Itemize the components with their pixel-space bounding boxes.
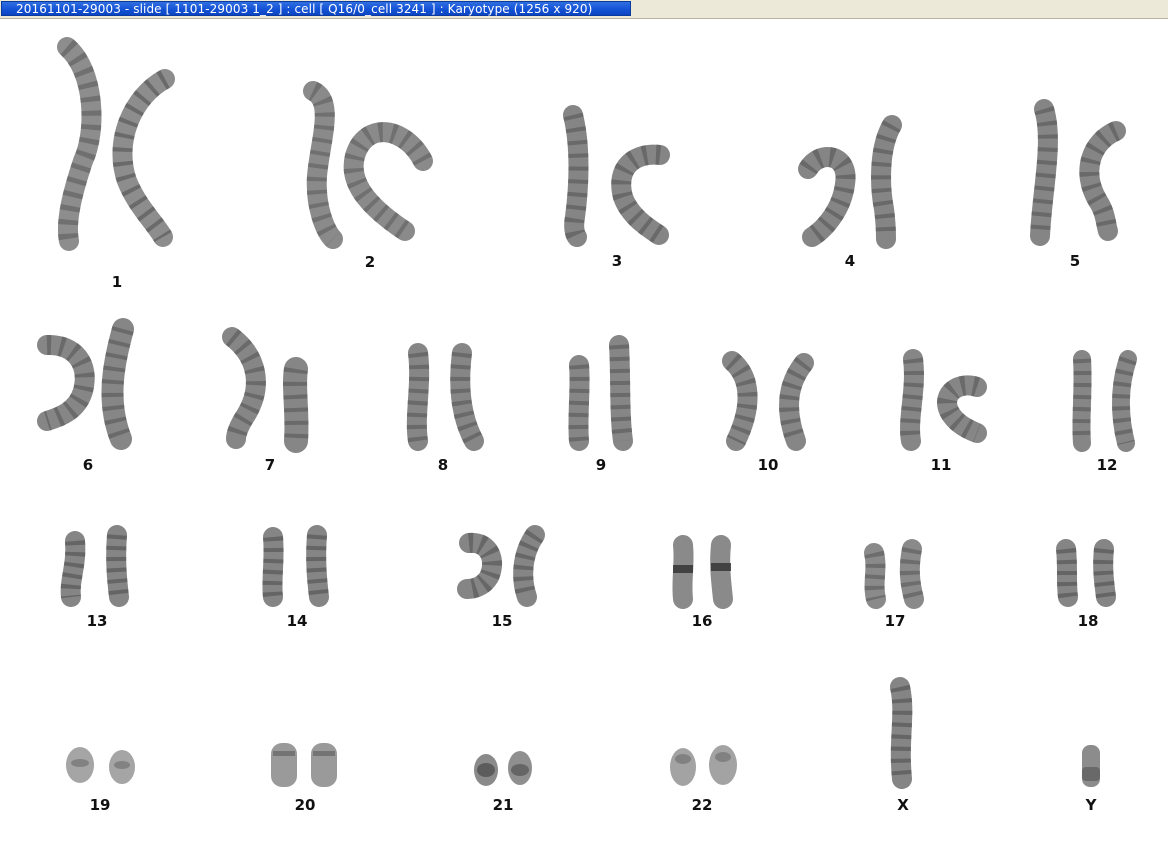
chromosome-pair-6-image	[37, 318, 134, 450]
chromosome-label-11: 11	[930, 456, 952, 474]
chromosome-pair-7[interactable]: 7	[218, 327, 323, 473]
chromosome-pair-13-image	[60, 525, 129, 607]
chromosome-pair-18[interactable]: 18	[1052, 537, 1127, 629]
chromosome-x-image	[890, 677, 913, 789]
chromosome-y-image	[1082, 745, 1100, 787]
chromosome-label-10: 10	[757, 456, 779, 474]
karyotype-panel: 1 2 3 4 5 6 7 8 9 10 11 12 13 14 15 16 1…	[0, 19, 1168, 857]
chromosome-label-7: 7	[264, 456, 276, 474]
chromosome-pair-1-image	[57, 37, 175, 251]
chromosome-label-4: 4	[844, 252, 856, 270]
chromosome-label-21: 21	[492, 796, 514, 814]
chromosome-pair-13[interactable]: 13	[55, 525, 140, 629]
chromosome-label-22: 22	[691, 796, 713, 814]
chromosome-pair-10-image	[722, 351, 814, 451]
chromosome-label-8: 8	[437, 456, 449, 474]
chromosome-pair-19[interactable]: 19	[58, 741, 143, 813]
chromosome-pair-15-image	[457, 525, 545, 607]
chromosome-pair-4-image	[798, 115, 902, 249]
chromosome-pair-11-image	[900, 349, 987, 451]
chromosome-pair-17[interactable]: 17	[858, 539, 938, 629]
chromosome-pair-9-image	[568, 335, 633, 451]
chromosome-label-5: 5	[1069, 252, 1081, 270]
chromosome-pair-3-image	[563, 105, 670, 247]
chromosome-pair-14[interactable]: 14	[255, 525, 340, 629]
chromosome-label-1: 1	[111, 273, 123, 291]
chromosome-label-9: 9	[595, 456, 607, 474]
chromosome-pair-5-image	[1030, 99, 1126, 246]
chromosome-label-12: 12	[1096, 456, 1118, 474]
chromosome-pair-1[interactable]: 1	[55, 37, 185, 290]
chromosome-pair-9[interactable]: 9	[563, 335, 643, 473]
chromosome-label-y: Y	[1085, 796, 1097, 814]
chromosome-pair-20[interactable]: 20	[265, 737, 345, 813]
chromosome-pair-5[interactable]: 5	[1020, 99, 1135, 269]
chromosome-label-14: 14	[286, 612, 308, 630]
chromosome-pair-7-image	[222, 327, 309, 453]
chromosome-pair-8-image	[406, 343, 484, 451]
chromosome-pair-12-image	[1072, 350, 1137, 452]
chromosome-pair-18-image	[1056, 539, 1116, 607]
chromosome-pair-3[interactable]: 3	[555, 105, 680, 269]
chromosome-label-18: 18	[1077, 612, 1099, 630]
window-titlebar-strip: 20161101-29003 - slide [ 1101-29003 1_2 …	[0, 0, 1168, 19]
chromosome-pair-12[interactable]: 12	[1068, 349, 1148, 473]
chromosome-pair-2-image	[303, 81, 433, 249]
chromosome-pair-14-image	[262, 525, 329, 607]
chromosome-pair-20-image	[271, 743, 337, 787]
chromosome-label-x: X	[897, 796, 909, 814]
chromosome-label-15: 15	[491, 612, 513, 630]
chromosome-pair-22-image	[670, 745, 737, 786]
chromosome-pair-21[interactable]: 21	[470, 746, 540, 813]
chromosome-pair-4[interactable]: 4	[790, 109, 915, 269]
chromosome-pair-19-image	[66, 747, 135, 784]
chromosome-pair-21-image	[474, 751, 532, 786]
chromosome-pair-16[interactable]: 16	[665, 535, 745, 629]
chromosome-label-16: 16	[691, 612, 713, 630]
chromosome-pair-2[interactable]: 2	[295, 81, 440, 270]
chromosome-pair-11[interactable]: 11	[893, 349, 993, 473]
chromosome-y[interactable]: Y	[1076, 743, 1106, 813]
chromosome-pair-22[interactable]: 22	[665, 741, 745, 813]
chromosome-pair-6[interactable]: 6	[35, 318, 145, 473]
chromosome-label-17: 17	[884, 612, 906, 630]
chromosome-label-20: 20	[294, 796, 316, 814]
chromosome-pair-8[interactable]: 8	[402, 343, 487, 473]
chromosome-label-13: 13	[86, 612, 108, 630]
chromosome-label-19: 19	[89, 796, 111, 814]
chromosome-x[interactable]: X	[878, 677, 928, 813]
chromosome-pair-17-image	[864, 539, 924, 609]
chromosome-label-3: 3	[611, 252, 623, 270]
chromosome-pair-15[interactable]: 15	[455, 525, 550, 629]
chromosome-label-2: 2	[364, 253, 376, 271]
chromosome-pair-10[interactable]: 10	[720, 351, 820, 473]
window-title[interactable]: 20161101-29003 - slide [ 1101-29003 1_2 …	[1, 1, 631, 16]
chromosome-label-6: 6	[82, 456, 94, 474]
chromosome-pair-16-image	[672, 535, 733, 609]
